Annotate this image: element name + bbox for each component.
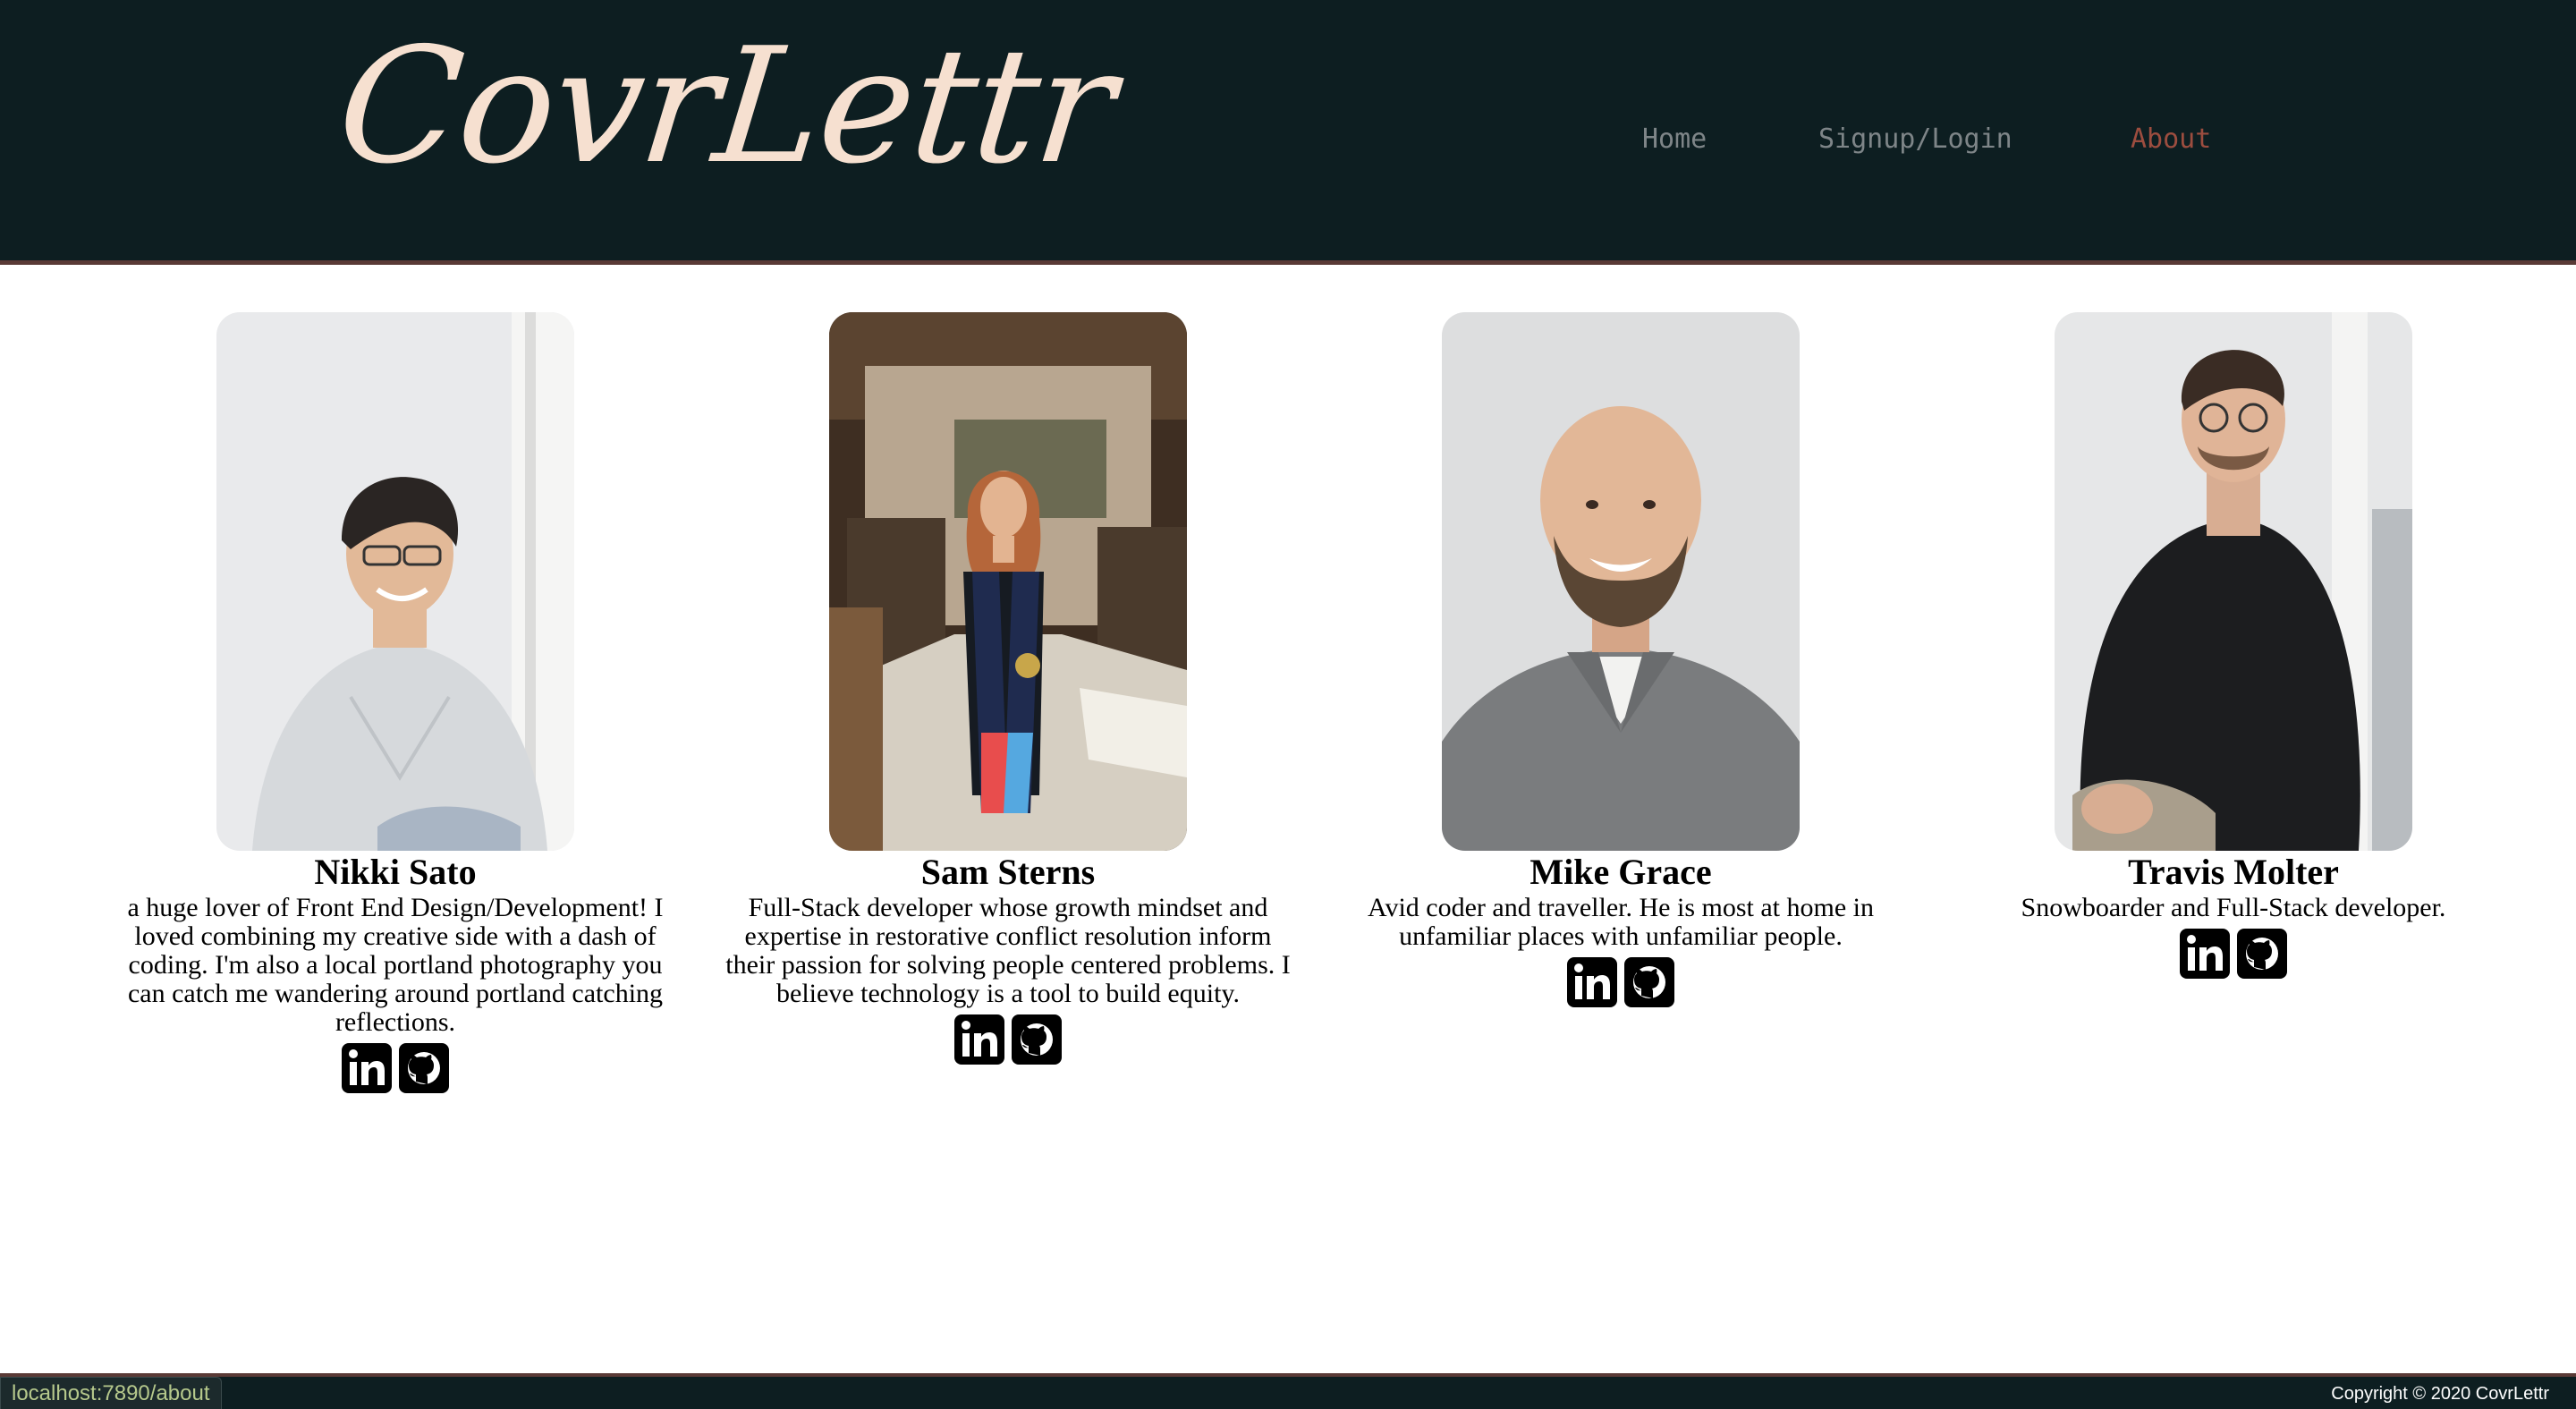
portrait-photo-icon [1442, 312, 1800, 851]
linkedin-icon[interactable] [2179, 928, 2231, 980]
nav-home-link[interactable]: Home [1642, 123, 1707, 155]
nav-about-link[interactable]: About [2131, 123, 2211, 155]
member-bio: Avid coder and traveller. He is most at … [1368, 893, 1874, 951]
member-bio: Snowboarder and Full-Stack developer. [2021, 893, 2446, 922]
portrait-photo-icon [2055, 312, 2412, 851]
portrait-photo-icon [829, 312, 1187, 851]
site-footer: Copyright © 2020 CovrLettr [0, 1373, 2576, 1409]
github-icon[interactable] [398, 1042, 450, 1094]
github-icon[interactable] [1623, 956, 1675, 1008]
copyright-text: Copyright © 2020 CovrLettr [2331, 1384, 2549, 1404]
member-social-links [1335, 956, 1907, 1008]
member-photo [1442, 312, 1800, 851]
member-name: Sam Sterns [920, 852, 1096, 892]
site-logo[interactable]: CovrLettr [330, 13, 1121, 199]
linkedin-icon[interactable] [341, 1042, 393, 1094]
team-member-card: Nikki Sato a huge lover of Front End Des… [109, 312, 682, 1094]
team-member-card: Sam Sterns Full-Stack developer whose gr… [722, 312, 1294, 1065]
portrait-photo-icon [216, 312, 574, 851]
member-social-links [109, 1042, 682, 1094]
member-photo [829, 312, 1187, 851]
site-header: CovrLettr Home Signup/Login About [0, 0, 2576, 265]
member-bio: Full-Stack developer whose growth mindse… [725, 893, 1291, 1008]
github-icon[interactable] [2236, 928, 2288, 980]
member-name: Nikki Sato [314, 852, 477, 892]
github-icon[interactable] [1011, 1014, 1063, 1065]
main-nav: Home Signup/Login About [0, 123, 2576, 159]
member-photo [216, 312, 574, 851]
member-bio: a huge lover of Front End Design/Develop… [127, 893, 664, 1037]
member-social-links [722, 1014, 1294, 1065]
nav-signup-login-link[interactable]: Signup/Login [1818, 123, 2012, 155]
member-name: Mike Grace [1530, 852, 1712, 892]
linkedin-icon[interactable] [953, 1014, 1005, 1065]
browser-status-url: localhost:7890/about [0, 1377, 222, 1409]
member-photo [2055, 312, 2412, 851]
linkedin-icon[interactable] [1566, 956, 1618, 1008]
team-member-card: Mike Grace Avid coder and traveller. He … [1335, 312, 1907, 1008]
team-member-card: Travis Molter Snowboarder and Full-Stack… [1947, 312, 2520, 980]
member-name: Travis Molter [2128, 852, 2339, 892]
member-social-links [1947, 928, 2520, 980]
